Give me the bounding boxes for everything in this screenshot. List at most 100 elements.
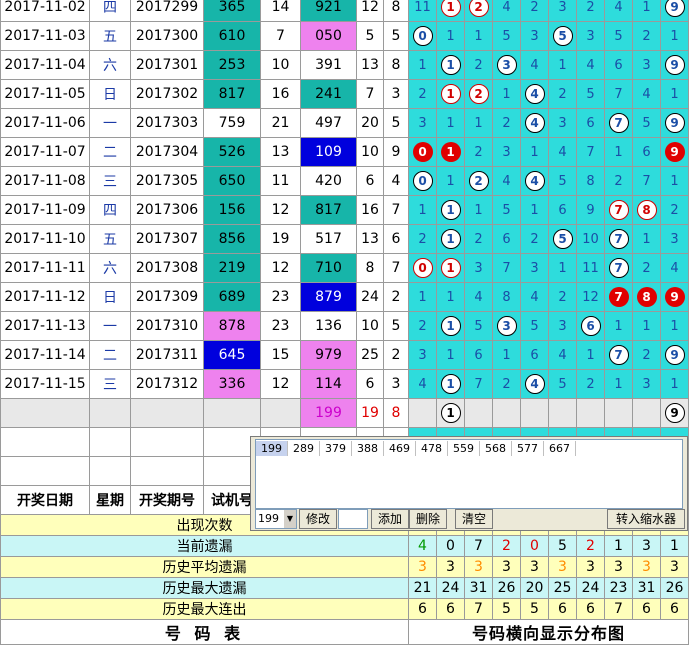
win-span: 3 (383, 79, 409, 109)
list-item[interactable]: 559 (448, 441, 480, 456)
number-combo[interactable]: 199 ▼ (255, 509, 297, 529)
distribution-cell: 2 (576, 0, 605, 22)
distribution-cell: 9 (660, 50, 689, 80)
distribution-cell: 7 (604, 79, 633, 109)
distribution-cell: 9 (660, 340, 689, 370)
distribution-cell (576, 398, 605, 428)
distribution-cell: 6 (632, 137, 661, 167)
winning-number: 391 (300, 50, 357, 80)
issue-number: 2017312 (130, 369, 204, 399)
distribution-cell (492, 398, 521, 428)
column-header: 开奖期号 (130, 485, 204, 515)
win-sum: 13 (356, 224, 384, 254)
distribution-cell: 0 (408, 21, 437, 51)
ball: 7 (608, 345, 629, 365)
list-item[interactable]: 289 (288, 441, 320, 456)
stat-value: 3 (632, 535, 661, 557)
delete-button[interactable]: 删除 (409, 509, 447, 529)
ball: 8 (636, 200, 657, 220)
distribution-cell: 1 (604, 137, 633, 167)
win-sum: 10 (356, 311, 384, 341)
ball: 9 (664, 287, 685, 307)
stat-value: 0 (520, 535, 549, 557)
distribution-cell: 7 (604, 224, 633, 254)
list-item[interactable]: 379 (320, 441, 352, 456)
ball: 2 (468, 0, 489, 17)
ball: 9 (664, 113, 685, 133)
distribution-cell: 4 (660, 253, 689, 283)
win-sum: 13 (356, 50, 384, 80)
issue-number: 2017310 (130, 311, 204, 341)
win-span: 2 (383, 282, 409, 312)
trial-sum: 14 (260, 0, 301, 22)
list-item[interactable]: 577 (512, 441, 544, 456)
distribution-cell: 7 (604, 195, 633, 225)
table-row: 2017-11-13 一 2017310 878 23 136 10 5 2 1 5 3 5 3 6 1 1 1 (0, 311, 689, 341)
win-sum: 20 (356, 108, 384, 138)
list-item[interactable]: 478 (416, 441, 448, 456)
trial-number: 219 (203, 253, 261, 283)
win-span: 2 (383, 340, 409, 370)
stat-row: 当前遗漏 4 0 7 2 0 5 2 1 3 1 (0, 535, 689, 557)
stat-value: 3 (576, 556, 605, 578)
distribution-cell: 1 (604, 311, 633, 341)
distribution-cell: 3 (492, 50, 521, 80)
weekday: 六 (89, 50, 131, 80)
ball: 0 (412, 26, 433, 46)
distribution-cell: 4 (520, 369, 549, 399)
number-list[interactable]: 199 289 379 388 469 478 559 568 577 667 (255, 439, 683, 509)
distribution-cell: 7 (632, 166, 661, 196)
distribution-cell: 6 (548, 195, 577, 225)
ball: 0 (412, 171, 433, 191)
stat-value: 20 (520, 577, 549, 599)
shrink-button[interactable]: 转入缩水器 (607, 509, 685, 529)
list-item[interactable]: 568 (480, 441, 512, 456)
trial-sum: 11 (260, 166, 301, 196)
empty-cell (130, 427, 204, 457)
distribution-cell: 2 (604, 166, 633, 196)
distribution-cell: 0 (408, 166, 437, 196)
number-input[interactable] (338, 509, 368, 529)
trial-sum: 12 (260, 253, 301, 283)
stat-value: 3 (520, 556, 549, 578)
distribution-cell: 3 (492, 137, 521, 167)
list-item[interactable]: 667 (544, 441, 576, 456)
distribution-cell: 10 (576, 224, 605, 254)
distribution-cell: 1 (464, 21, 493, 51)
distribution-cell: 1 (632, 224, 661, 254)
issue-number: 2017309 (130, 282, 204, 312)
empty-cell (0, 427, 90, 457)
trial-number: 856 (203, 224, 261, 254)
list-item[interactable]: 388 (352, 441, 384, 456)
distribution-cell: 9 (660, 108, 689, 138)
list-item[interactable]: 199 (256, 441, 288, 456)
stat-value: 3 (660, 556, 689, 578)
chevron-down-icon[interactable]: ▼ (284, 510, 296, 528)
trial-number: 878 (203, 311, 261, 341)
list-item[interactable]: 469 (384, 441, 416, 456)
distribution-cell: 3 (660, 224, 689, 254)
winning-number: 979 (300, 340, 357, 370)
stat-value: 1 (660, 535, 689, 557)
table-row: 2017-11-08 三 2017305 650 11 420 6 4 0 1 2 4 4 5 8 2 7 1 (0, 166, 689, 196)
stat-value: 31 (632, 577, 661, 599)
stat-value: 25 (548, 577, 577, 599)
stat-value: 3 (464, 556, 493, 578)
distribution-cell: 1 (464, 108, 493, 138)
clear-button[interactable]: 清空 (455, 509, 493, 529)
modify-button[interactable]: 修改 (299, 509, 337, 529)
distribution-cell: 2 (632, 21, 661, 51)
distribution-cell: 5 (604, 21, 633, 51)
winning-number: 710 (300, 253, 357, 283)
distribution-cell: 1 (548, 50, 577, 80)
distribution-cell: 1 (548, 253, 577, 283)
table-row: 2017-11-09 四 2017306 156 12 817 16 7 1 1 1 5 1 6 9 7 8 2 (0, 195, 689, 225)
distribution-cell: 1 (660, 166, 689, 196)
distribution-cell (408, 398, 437, 428)
empty-cell (0, 398, 90, 428)
stat-label: 当前遗漏 (0, 535, 409, 557)
number-list-popup: 199 289 379 388 469 478 559 568 577 667 199 ▼ 修改 添… (250, 436, 688, 531)
distribution-cell: 4 (548, 340, 577, 370)
add-button[interactable]: 添加 (371, 509, 409, 529)
distribution-cell: 2 (464, 79, 493, 109)
